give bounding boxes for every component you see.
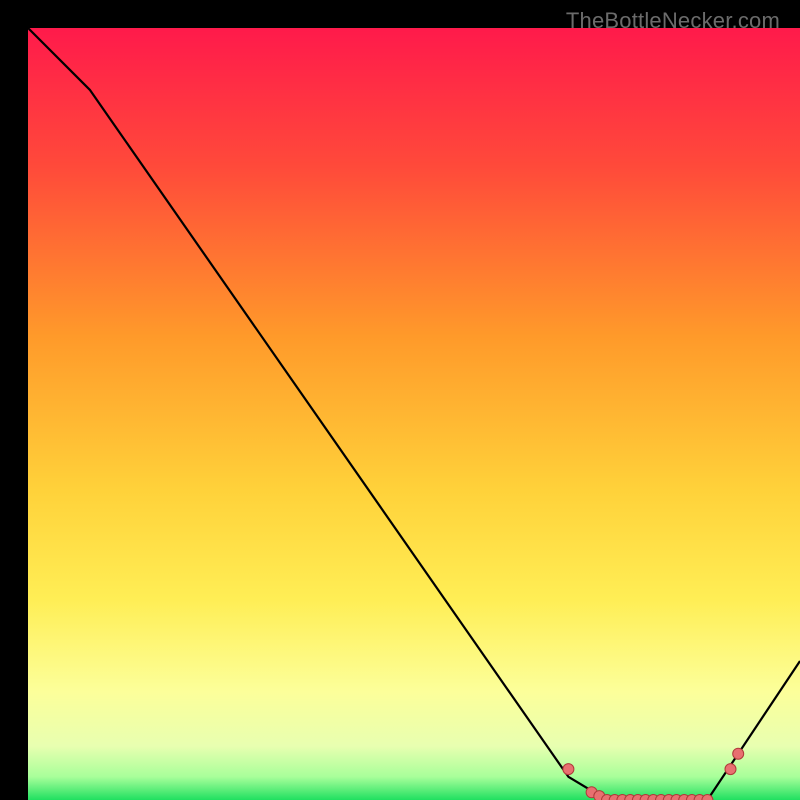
bottleneck-chart — [28, 28, 800, 800]
marker-point — [733, 748, 744, 759]
gradient-background — [28, 28, 800, 800]
chart-frame — [14, 14, 786, 786]
marker-point — [563, 764, 574, 775]
attribution-label: TheBottleNecker.com — [566, 8, 780, 34]
marker-point — [725, 764, 736, 775]
